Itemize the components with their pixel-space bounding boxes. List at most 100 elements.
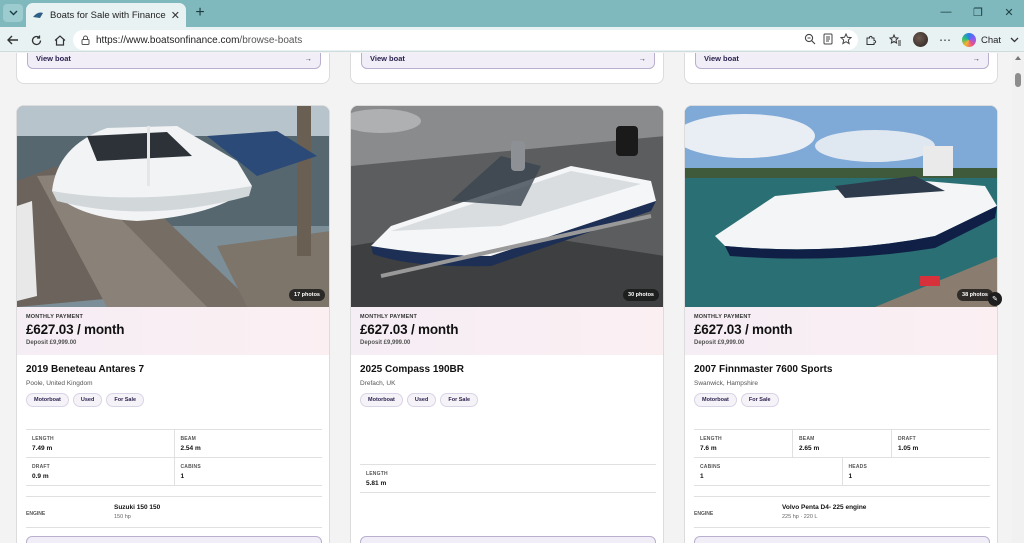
- boat-listing-card[interactable]: 38 photos MONTHLY PAYMENT £627.03 / mont…: [684, 105, 998, 543]
- tag-motorboat: Motorboat: [694, 393, 737, 407]
- deposit-amount: Deposit £9,999.00: [694, 340, 745, 346]
- boat-name[interactable]: 2025 Compass 190BR: [360, 364, 656, 375]
- boat-photo[interactable]: 17 photos: [17, 106, 329, 307]
- spec-length: LENGTH 7.49 m: [32, 436, 54, 452]
- tag-used: Used: [406, 393, 437, 407]
- tag-used: Used: [72, 393, 103, 407]
- monthly-payment-panel: MONTHLY PAYMENT £627.03 / month Deposit …: [351, 307, 663, 355]
- url-host: https://www.boatsonfinance.com: [96, 34, 240, 46]
- spec-row: CABINS 1 HEADS 1: [694, 458, 990, 486]
- restore-button[interactable]: ❐: [970, 6, 986, 19]
- view-boat-button[interactable]: View boat →: [27, 53, 321, 69]
- view-boat-button[interactable]: [360, 536, 656, 543]
- tag-for-sale: For Sale: [440, 393, 479, 407]
- more-options-button[interactable]: ⋯: [936, 31, 954, 49]
- back-button[interactable]: [4, 31, 22, 49]
- close-tab-icon[interactable]: ✕: [171, 9, 180, 22]
- boat-photo[interactable]: 30 photos: [351, 106, 663, 307]
- page-scrollbar[interactable]: [1012, 53, 1024, 543]
- copilot-icon: [962, 33, 976, 47]
- favorite-star-icon[interactable]: [840, 33, 852, 45]
- view-boat-label: View boat: [370, 53, 405, 63]
- view-boat-button[interactable]: View boat →: [361, 53, 655, 69]
- zoom-icon[interactable]: [804, 33, 816, 45]
- chat-label: Chat: [981, 34, 1002, 46]
- minimize-button[interactable]: —: [938, 6, 954, 18]
- boat-photo[interactable]: 38 photos: [685, 106, 997, 307]
- boat-location: Poole, United Kingdom: [26, 380, 93, 387]
- engine-name: Volvo Penta D4- 225 engine: [782, 504, 867, 511]
- profile-avatar[interactable]: [913, 32, 928, 47]
- tag-for-sale: For Sale: [740, 393, 779, 407]
- engine-detail: 150 hp: [114, 514, 131, 520]
- view-boat-label: View boat: [704, 53, 739, 63]
- pencil-icon: ✎: [988, 292, 1002, 306]
- boat-name[interactable]: 2019 Beneteau Antares 7: [26, 364, 322, 375]
- address-bar[interactable]: https://www.boatsonfinance.com/browse-bo…: [73, 30, 858, 50]
- spec-beam: BEAM 2.65 m: [792, 430, 891, 457]
- spec-heads: HEADS 1: [841, 458, 991, 485]
- boat-location: Swanwick, Hampshire: [694, 380, 758, 387]
- tag-for-sale: For Sale: [106, 393, 145, 407]
- engine-label: ENGINE: [694, 511, 714, 517]
- spec-cabins: CABINS 1: [700, 464, 721, 480]
- view-boat-label: View boat: [36, 53, 71, 63]
- view-boat-button[interactable]: View boat →: [695, 53, 989, 69]
- boat-tags: Motorboat Used For Sale: [26, 393, 322, 407]
- browser-toolbar: https://www.boatsonfinance.com/browse-bo…: [0, 27, 1024, 52]
- boat-tags: Motorboat Used For Sale: [360, 393, 656, 407]
- deposit-amount: Deposit £9,999.00: [360, 340, 411, 346]
- previous-listing-card: View boat →: [16, 53, 330, 84]
- puzzle-icon: [866, 35, 877, 45]
- boat-listing-card[interactable]: 30 photos MONTHLY PAYMENT £627.03 / mont…: [350, 105, 664, 543]
- scrollbar-thumb[interactable]: [1015, 73, 1021, 87]
- tab-strip: Boats for Sale with Finance | Boats ✕ + …: [0, 0, 1024, 27]
- collections-button[interactable]: [886, 31, 904, 49]
- extensions-button[interactable]: [862, 31, 880, 49]
- lock-icon: [81, 35, 90, 45]
- refresh-button[interactable]: [27, 31, 45, 49]
- previous-listing-card: View boat →: [684, 53, 998, 84]
- new-tab-button[interactable]: +: [191, 4, 209, 22]
- home-button[interactable]: [51, 31, 69, 49]
- sidebar-toggle-button[interactable]: [1005, 31, 1023, 49]
- spec-table: LENGTH 7.6 m BEAM 2.65 m DRAFT 1.05 m CABIN…: [694, 429, 990, 486]
- copilot-chat-button[interactable]: Chat: [962, 32, 1001, 48]
- collections-star-icon: [888, 34, 901, 46]
- photo-count-badge: 30 photos: [623, 289, 659, 301]
- spec-length: LENGTH 7.6 m: [700, 436, 722, 452]
- tab-title: Boats for Sale with Finance | Boats: [50, 9, 167, 21]
- view-boat-button[interactable]: [26, 536, 322, 543]
- reader-mode-icon[interactable]: [822, 33, 834, 45]
- photo-count-badge: 17 photos: [289, 289, 325, 301]
- spec-draft: DRAFT 0.9 m: [32, 464, 50, 480]
- chevron-down-icon: [1010, 37, 1018, 43]
- tab-actions-menu[interactable]: [3, 4, 23, 22]
- engine-row: ENGINE Suzuki 150 150 150 hp: [26, 496, 322, 528]
- boat-name[interactable]: 2007 Finnmaster 7600 Sports: [694, 364, 990, 375]
- scroll-up-arrow-icon[interactable]: [1015, 56, 1021, 60]
- spec-draft: DRAFT 1.05 m: [891, 430, 990, 457]
- edit-fab[interactable]: ✎: [988, 292, 1002, 306]
- boat-listing-card[interactable]: 17 photos MONTHLY PAYMENT £627.03 / mont…: [16, 105, 330, 543]
- boat-location: Drefach, UK: [360, 380, 396, 387]
- spec-row: LENGTH 5.81 m: [360, 465, 656, 493]
- close-window-button[interactable]: ✕: [1001, 6, 1017, 19]
- monthly-payment-label: MONTHLY PAYMENT: [26, 314, 84, 320]
- deposit-amount: Deposit £9,999.00: [26, 340, 77, 346]
- boat-info: 2019 Beneteau Antares 7 Poole, United Ki…: [26, 364, 322, 407]
- refresh-icon: [31, 35, 41, 45]
- browse-boats-page: View boat → View boat → View boat → 17 p…: [0, 53, 1012, 543]
- arrow-left-icon: [7, 35, 18, 45]
- monthly-payment-panel: MONTHLY PAYMENT £627.03 / month Deposit …: [685, 307, 997, 355]
- tag-motorboat: Motorboat: [26, 393, 69, 407]
- monthly-payment-amount: £627.03 / month: [360, 322, 459, 337]
- arrow-right-icon: →: [304, 53, 313, 63]
- boat-photo-image: [351, 106, 663, 307]
- active-tab[interactable]: Boats for Sale with Finance | Boats ✕: [26, 3, 186, 27]
- spec-row: LENGTH 7.6 m BEAM 2.65 m DRAFT 1.05 m: [694, 430, 990, 458]
- spec-cabins: CABINS 1: [173, 458, 323, 485]
- engine-detail: 225 hp · 220 L: [782, 514, 818, 520]
- view-boat-button[interactable]: [694, 536, 990, 543]
- site-favicon-icon: [33, 12, 43, 18]
